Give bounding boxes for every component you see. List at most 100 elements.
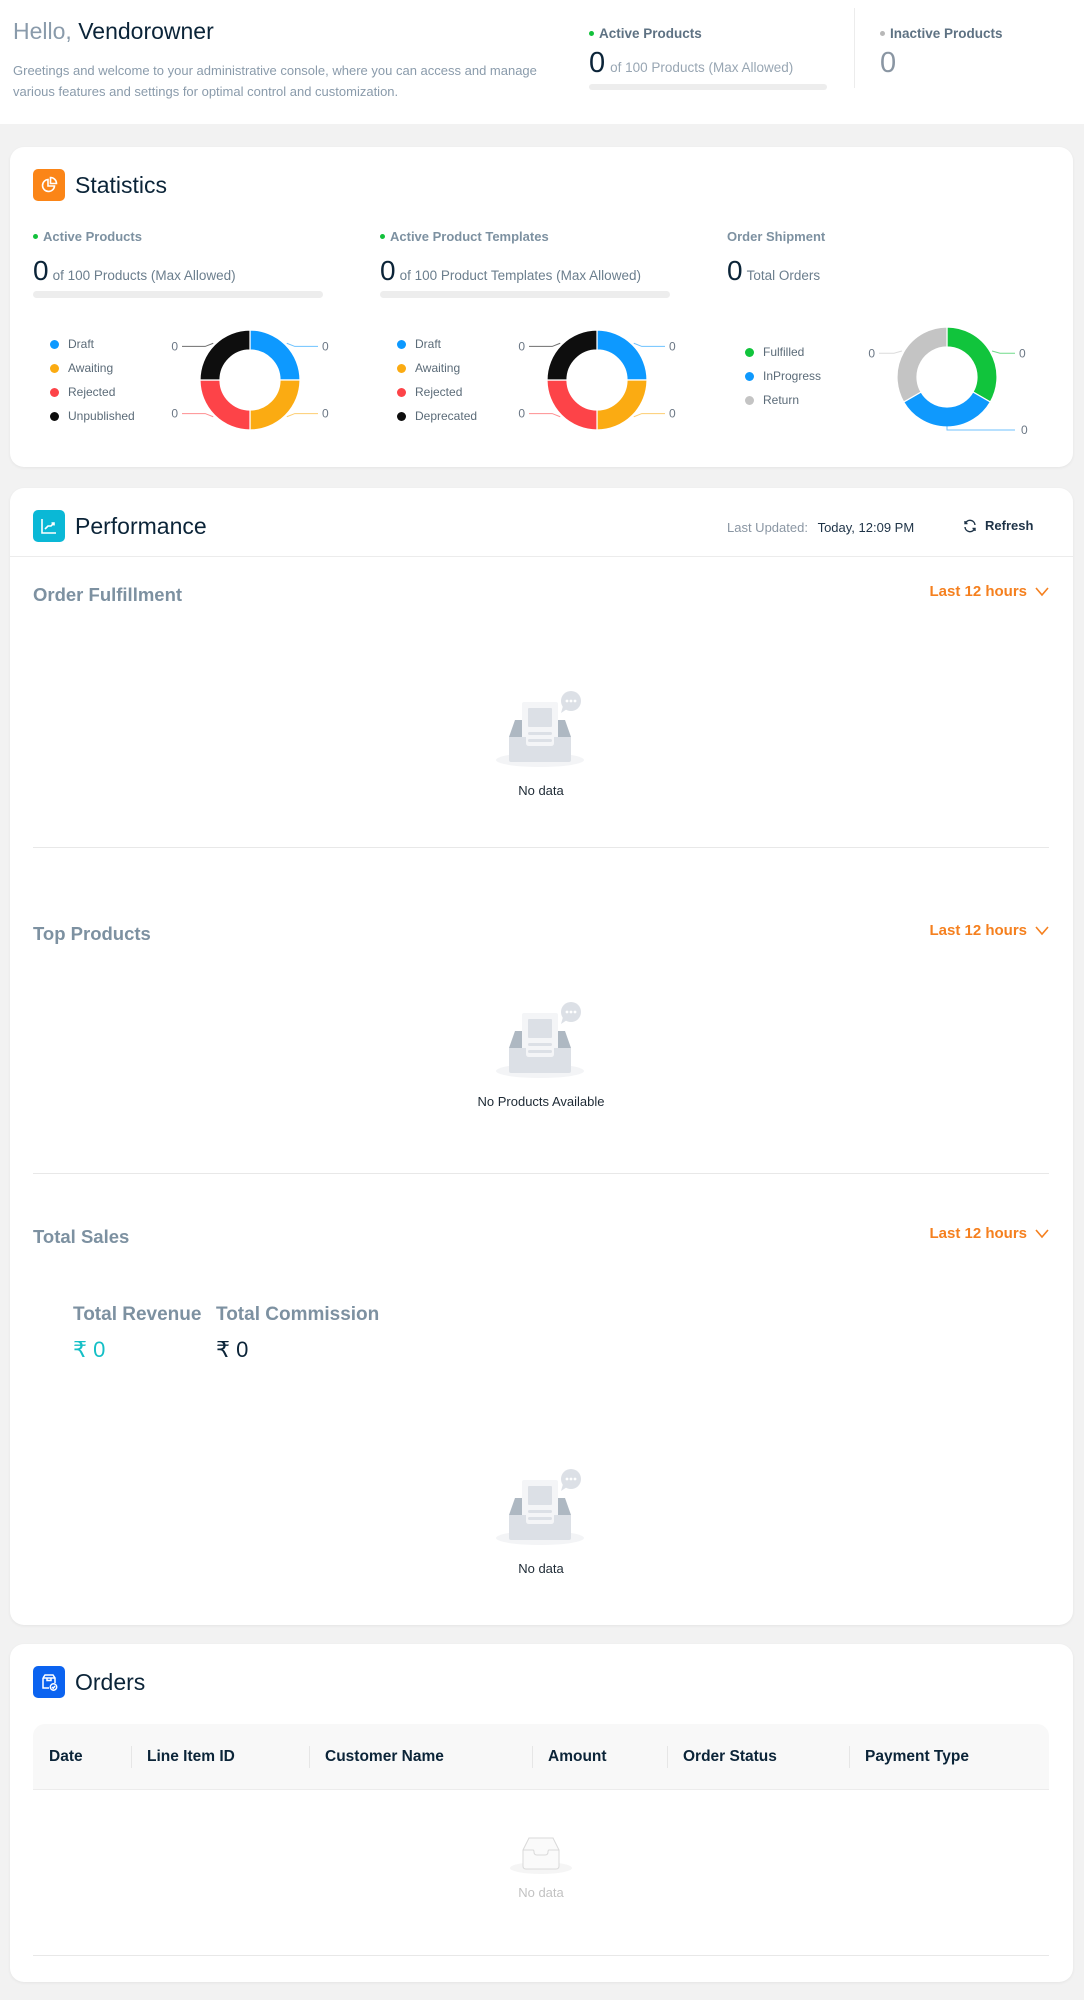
column-separator bbox=[667, 1746, 668, 1768]
statistics-title-text: Statistics bbox=[75, 171, 168, 198]
order-fulfillment-empty-text: No data bbox=[518, 783, 564, 798]
stat-order-shipment-value: 0 bbox=[727, 255, 743, 286]
stat-active-products-sub: of 100 Products (Max Allowed) bbox=[52, 268, 236, 283]
active-templates-donut-chart: 0 0 0 0 bbox=[518, 329, 676, 431]
active-status-dot-icon bbox=[380, 234, 385, 239]
column-header-order-status[interactable]: Order Status bbox=[683, 1724, 777, 1790]
legend-dot-icon bbox=[50, 363, 59, 373]
donut-segment-draft[interactable] bbox=[249, 329, 301, 381]
legend-dot-icon bbox=[50, 339, 59, 349]
pie-chart-icon bbox=[33, 169, 65, 201]
donut-value-label: 0 bbox=[518, 339, 525, 353]
donut-value-label: 0 bbox=[322, 407, 329, 421]
table-bottom-divider bbox=[33, 1955, 1049, 1956]
empty-inbox-icon bbox=[451, 690, 631, 775]
donut-segment-awaiting[interactable] bbox=[596, 379, 648, 431]
legend-dot-icon bbox=[745, 395, 754, 405]
donut-segment-draft[interactable] bbox=[596, 329, 648, 381]
column-separator bbox=[849, 1746, 850, 1768]
orders-title: Orders bbox=[33, 1666, 145, 1698]
stat-order-shipment-label: Order Shipment bbox=[727, 229, 826, 244]
last-updated-label: Last Updated: bbox=[727, 520, 808, 535]
column-header-payment-type[interactable]: Payment Type bbox=[865, 1724, 969, 1790]
empty-tray-icon bbox=[510, 1837, 572, 1874]
stat-active-products-value: 0 bbox=[33, 255, 49, 286]
donut-segment-rejected[interactable] bbox=[546, 379, 598, 431]
donut-value-label: 0 bbox=[171, 407, 178, 421]
donut-value-label: 0 bbox=[1021, 423, 1028, 437]
legend-dot-icon bbox=[397, 411, 406, 421]
stat-active-products: Active Products 0 of 100 Products (Max A… bbox=[33, 229, 323, 298]
user-name: Vendorowner bbox=[78, 18, 214, 44]
stat-order-shipment-sub: Total Orders bbox=[746, 268, 821, 283]
donut-segment-inprogress[interactable] bbox=[902, 391, 992, 428]
donut-leader-line bbox=[529, 342, 561, 347]
legend-item: Unpublished bbox=[50, 404, 135, 428]
active-products-donut-chart: 0 0 0 0 bbox=[171, 329, 329, 431]
column-separator bbox=[131, 1746, 132, 1768]
legend-dot-icon bbox=[397, 339, 406, 349]
donut-segment-fulfilled[interactable] bbox=[946, 326, 998, 403]
donut-leader-line bbox=[633, 342, 665, 347]
legend-dot-icon bbox=[50, 387, 59, 397]
donut-leader-line bbox=[182, 342, 214, 347]
donut-value-label: 0 bbox=[1019, 346, 1026, 360]
active-status-dot-icon bbox=[33, 234, 38, 239]
legend-item: Return bbox=[745, 388, 821, 412]
order-shipment-donut-chart: 0 0 0 bbox=[868, 326, 1028, 437]
donut-leader-line bbox=[991, 350, 1015, 354]
stat-active-templates-label: Active Product Templates bbox=[390, 229, 549, 244]
chevron-down-icon bbox=[1035, 586, 1049, 596]
header-active-products-label: Active Products bbox=[599, 26, 702, 41]
header-inactive-products: Inactive Products 0 bbox=[880, 26, 1003, 80]
donut-segment-rejected[interactable] bbox=[199, 379, 251, 431]
donut-leader-line bbox=[286, 413, 318, 418]
donut-value-label: 0 bbox=[868, 346, 875, 360]
total-sales-range-dropdown[interactable]: Last 12 hours bbox=[929, 1225, 1049, 1242]
chart-legend-products: Draft Awaiting Rejected Unpublished bbox=[50, 332, 135, 428]
column-separator bbox=[532, 1746, 533, 1768]
order-fulfillment-range-label: Last 12 hours bbox=[929, 583, 1027, 600]
total-commission-label: Total Commission bbox=[216, 1304, 380, 1325]
total-sales-range-label: Last 12 hours bbox=[929, 1225, 1027, 1242]
chevron-down-icon bbox=[1035, 925, 1049, 935]
order-fulfillment-empty-state: No data bbox=[451, 690, 631, 798]
refresh-label: Refresh bbox=[985, 518, 1034, 533]
page-scrollbar[interactable] bbox=[1075, 124, 1084, 2000]
legend-item: Draft bbox=[50, 332, 135, 356]
intro-text: Greetings and welcome to your administra… bbox=[13, 63, 537, 99]
header-active-products-progress bbox=[589, 84, 827, 90]
donut-segment-deprecated[interactable] bbox=[546, 329, 598, 381]
donut-segment-return[interactable] bbox=[896, 326, 948, 403]
section-divider bbox=[33, 1173, 1049, 1174]
top-products-range-dropdown[interactable]: Last 12 hours bbox=[929, 922, 1049, 939]
column-header-line-item-id[interactable]: Line Item ID bbox=[147, 1724, 235, 1790]
legend-item: Rejected bbox=[397, 380, 477, 404]
donut-segment-unpublished[interactable] bbox=[199, 329, 251, 381]
column-header-date[interactable]: Date bbox=[49, 1724, 83, 1790]
statistics-card: Statistics Active Products 0 of 100 Prod… bbox=[10, 147, 1073, 467]
performance-title-text: Performance bbox=[75, 512, 207, 539]
donut-segment-awaiting[interactable] bbox=[249, 379, 301, 431]
performance-title: Performance bbox=[33, 510, 207, 542]
header-inactive-products-value: 0 bbox=[880, 47, 897, 79]
header-active-products-sub: of 100 Products (Max Allowed) bbox=[610, 60, 794, 75]
legend-item: Awaiting bbox=[50, 356, 135, 380]
column-header-amount[interactable]: Amount bbox=[548, 1724, 607, 1790]
inactive-status-dot-icon bbox=[880, 31, 885, 36]
column-header-customer-name[interactable]: Customer Name bbox=[325, 1724, 444, 1790]
refresh-button[interactable]: Refresh bbox=[963, 518, 1033, 533]
legend-item: Deprecated bbox=[397, 404, 477, 428]
header-inactive-products-label: Inactive Products bbox=[890, 26, 1003, 41]
legend-item: Fulfilled bbox=[745, 340, 821, 364]
top-products-range-label: Last 12 hours bbox=[929, 922, 1027, 939]
order-fulfillment-range-dropdown[interactable]: Last 12 hours bbox=[929, 583, 1049, 600]
stat-active-products-label: Active Products bbox=[43, 229, 142, 244]
orders-card: Orders Date Line Item ID Customer Name A… bbox=[10, 1644, 1073, 1982]
last-updated: Last Updated: Today, 12:09 PM bbox=[727, 520, 914, 535]
donut-value-label: 0 bbox=[669, 407, 676, 421]
total-commission-value: ₹ 0 bbox=[216, 1337, 249, 1362]
welcome-header: Hello, Vendorowner Greetings and welcome… bbox=[0, 0, 1084, 124]
donut-leader-line bbox=[286, 342, 318, 347]
donut-value-label: 0 bbox=[518, 407, 525, 421]
